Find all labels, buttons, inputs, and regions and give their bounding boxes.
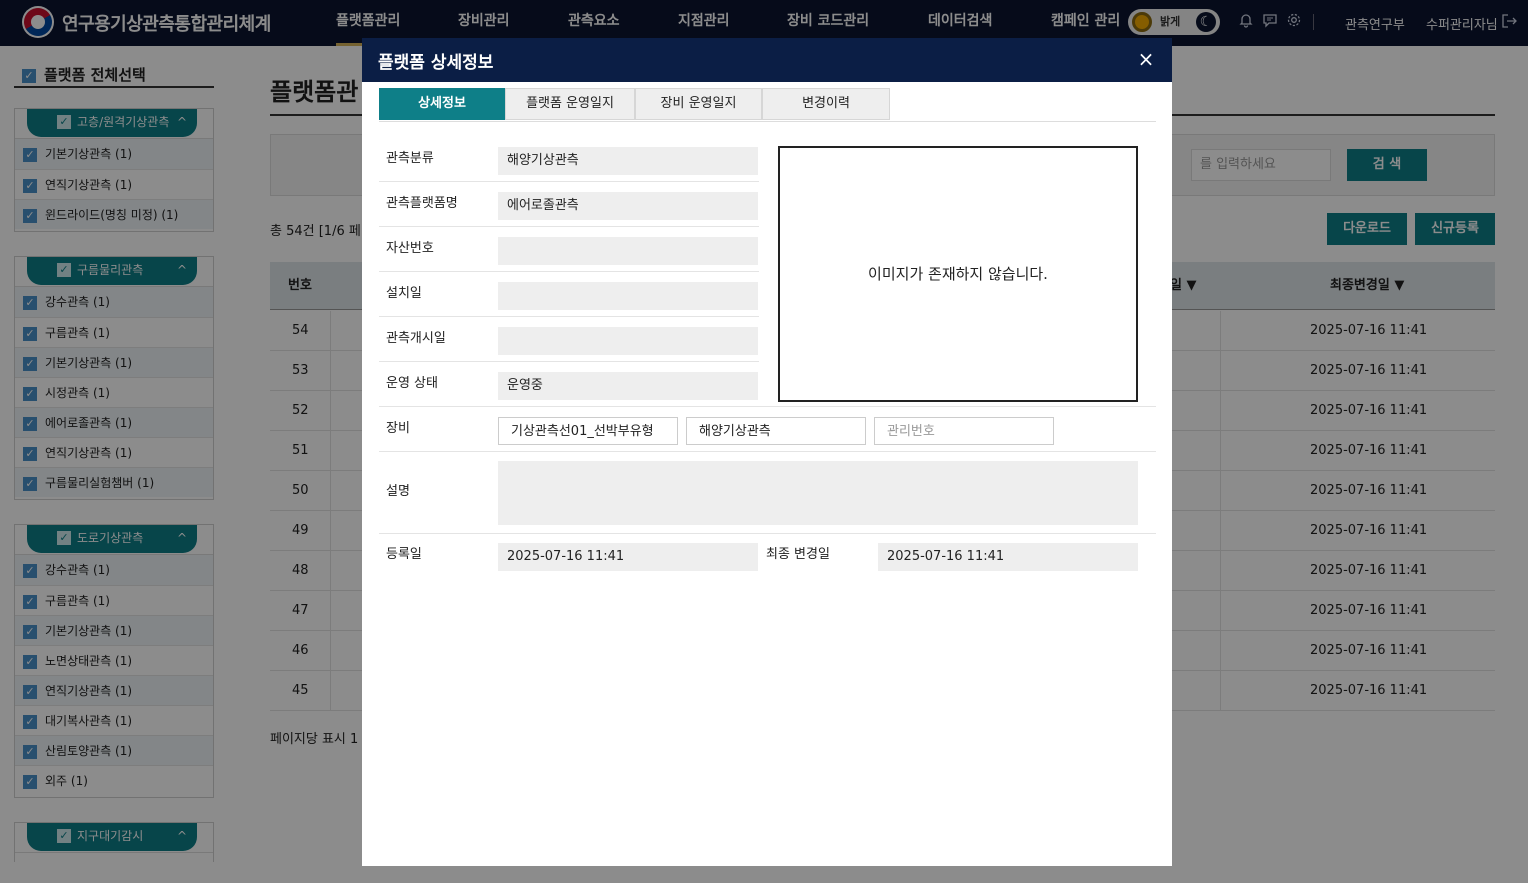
platform-name-value: 에어로졸관측 — [498, 192, 758, 220]
field-label: 등록일 — [386, 547, 422, 562]
field-equipment: 장비 기상관측선01_선박부유형 해양기상관측 관리번호 — [379, 407, 1156, 452]
field-start-date: 관측개시일 — [379, 317, 759, 362]
field-label: 자산번호 — [386, 241, 434, 256]
tab-change-history[interactable]: 변경이력 — [762, 88, 890, 120]
management-number-field[interactable]: 관리번호 — [874, 417, 1054, 445]
field-label: 설치일 — [386, 286, 422, 301]
description-value — [498, 461, 1138, 525]
equipment-name-field[interactable]: 기상관측선01_선박부유형 — [498, 417, 678, 445]
registered-date-value: 2025-07-16 11:41 — [498, 543, 758, 571]
field-label: 운영 상태 — [386, 376, 438, 391]
status-value: 운영중 — [498, 372, 758, 400]
tab-equipment-log[interactable]: 장비 운영일지 — [635, 88, 762, 120]
tab-platform-log[interactable]: 플랫폼 운영일지 — [505, 88, 635, 120]
field-label: 장비 — [386, 421, 410, 436]
field-platform-name: 관측플랫폼명 에어로졸관측 — [379, 182, 759, 227]
equipment-type-field[interactable]: 해양기상관측 — [686, 417, 866, 445]
modal-title: 플랫폼 상세정보 — [378, 53, 494, 73]
asset-number-value — [498, 237, 758, 265]
field-label: 관측분류 — [386, 151, 434, 166]
field-label: 관측개시일 — [386, 331, 446, 346]
modal-header: 플랫폼 상세정보 × — [362, 38, 1172, 82]
field-label: 최종 변경일 — [766, 547, 830, 562]
last-modified-value: 2025-07-16 11:41 — [878, 543, 1138, 571]
field-asset-number: 자산번호 — [379, 227, 759, 272]
platform-image-placeholder: 이미지가 존재하지 않습니다. — [778, 146, 1138, 402]
field-description: 설명 — [379, 452, 1156, 534]
field-label: 관측플랫폼명 — [386, 196, 458, 211]
category-value: 해양기상관측 — [498, 147, 758, 175]
field-install-date: 설치일 — [379, 272, 759, 317]
field-category: 관측분류 해양기상관측 — [379, 137, 759, 182]
field-label: 설명 — [386, 484, 410, 499]
divider — [379, 121, 1156, 122]
close-icon[interactable]: × — [1134, 46, 1158, 72]
field-dates: 등록일 2025-07-16 11:41 최종 변경일 2025-07-16 1… — [379, 533, 1156, 578]
platform-detail-modal: 플랫폼 상세정보 × 상세정보 플랫폼 운영일지 장비 운영일지 변경이력 관측… — [362, 38, 1172, 866]
install-date-value — [498, 282, 758, 310]
start-date-value — [498, 327, 758, 355]
tab-detail[interactable]: 상세정보 — [379, 88, 505, 120]
